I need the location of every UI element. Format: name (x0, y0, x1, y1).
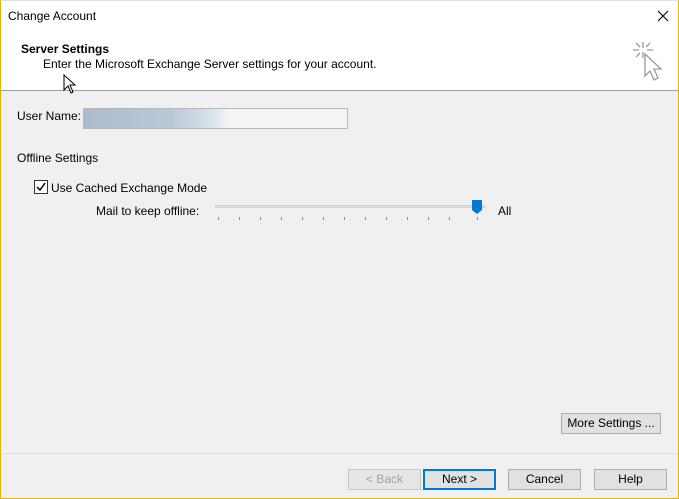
slider-tick (344, 217, 345, 220)
slider-tick (260, 217, 261, 220)
user-name-redacted (84, 109, 229, 128)
slider-tick (449, 217, 450, 220)
slider-tick (218, 217, 219, 220)
mouse-cursor-icon (63, 74, 77, 94)
offline-settings-heading: Offline Settings (17, 151, 99, 165)
slider-tick (477, 217, 478, 220)
checkmark-icon (36, 182, 46, 192)
header-panel: Server Settings Enter the Microsoft Exch… (1, 32, 678, 94)
user-name-field[interactable] (83, 108, 348, 129)
slider-tick (428, 217, 429, 220)
back-button[interactable]: < Back (348, 469, 421, 490)
change-account-dialog: Change Account Server Settings Enter the… (0, 0, 679, 499)
slider-tick (386, 217, 387, 220)
mail-keep-offline-slider[interactable] (215, 200, 485, 222)
page-subtitle: Enter the Microsoft Exchange Server sett… (43, 57, 377, 71)
mail-keep-offline-label: Mail to keep offline: (96, 204, 200, 218)
slider-tick (239, 217, 240, 220)
slider-tick (407, 217, 408, 220)
close-icon (657, 10, 669, 22)
cached-mode-checkbox[interactable] (34, 180, 48, 194)
slider-tick (365, 217, 366, 220)
slider-tick (302, 217, 303, 220)
title-bar: Change Account (1, 1, 678, 32)
cached-mode-label: Use Cached Exchange Mode (51, 181, 208, 195)
slider-thumb[interactable] (472, 200, 482, 214)
page-title: Server Settings (21, 42, 110, 56)
slider-track (215, 205, 485, 208)
next-button[interactable]: Next > (423, 469, 496, 490)
cancel-button[interactable]: Cancel (508, 469, 581, 490)
more-settings-button[interactable]: More Settings ... (561, 413, 661, 434)
footer-divider (1, 453, 678, 454)
cursor-sparkle-icon (633, 42, 663, 81)
close-button[interactable] (648, 1, 678, 32)
slider-tick (281, 217, 282, 220)
user-name-label: User Name: (17, 109, 82, 123)
help-button[interactable]: Help (594, 469, 667, 490)
slider-tick (323, 217, 324, 220)
window-title: Change Account (8, 9, 97, 23)
mail-keep-offline-value: All (498, 204, 512, 218)
